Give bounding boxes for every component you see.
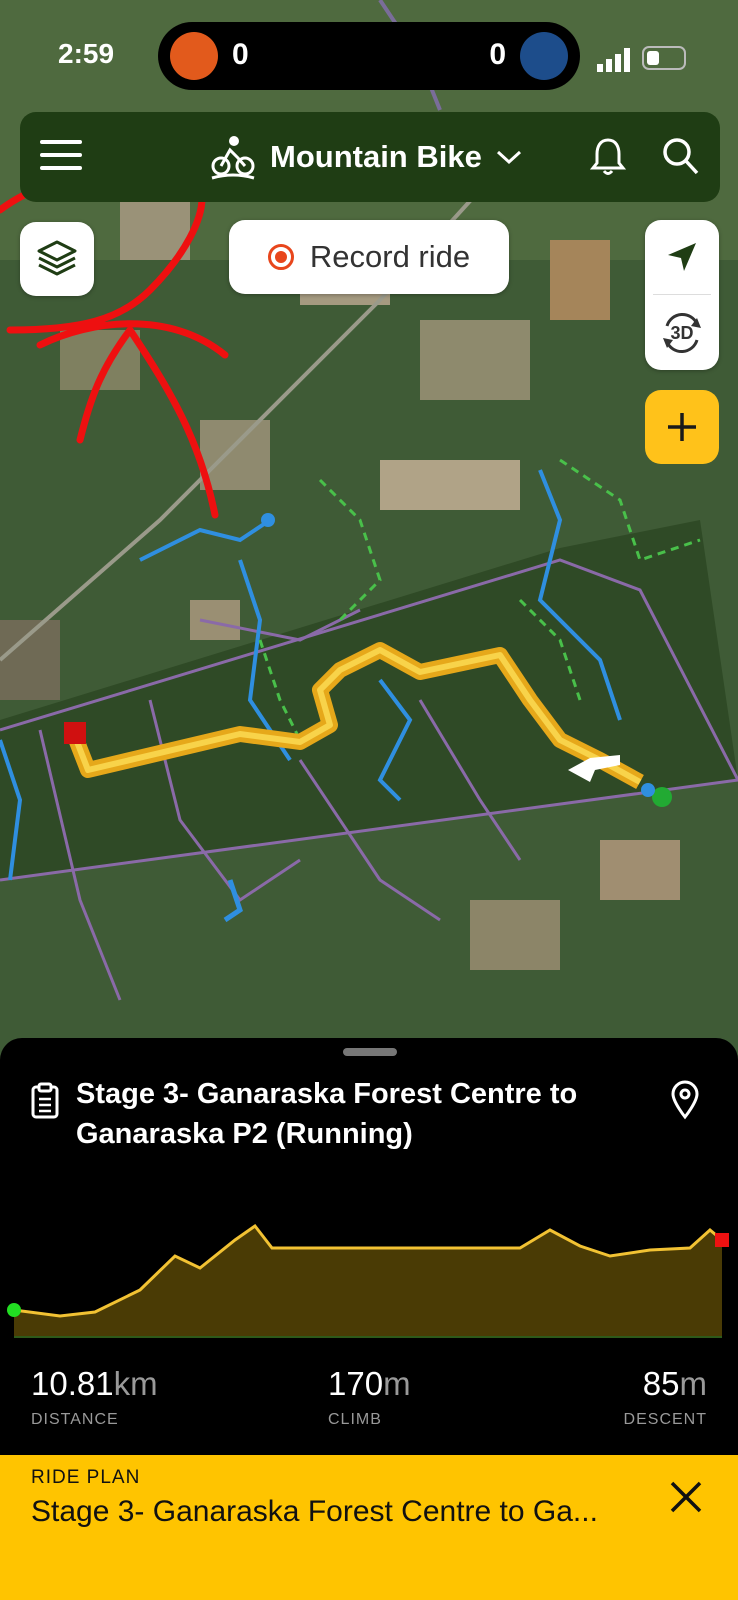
distance-label: DISTANCE bbox=[31, 1411, 119, 1428]
record-icon bbox=[267, 244, 294, 270]
chevron-down-icon bbox=[496, 150, 521, 165]
map-layers-button[interactable] bbox=[20, 222, 94, 296]
profile-start-marker bbox=[7, 1303, 21, 1317]
record-ride-button[interactable]: Record ride bbox=[229, 220, 509, 294]
map-pin-icon[interactable] bbox=[670, 1080, 700, 1120]
climb-label: CLIMB bbox=[328, 1411, 382, 1428]
live-score-pill[interactable]: 0 0 bbox=[158, 22, 580, 90]
top-bar: Mountain Bike bbox=[20, 112, 720, 202]
clipboard-icon bbox=[31, 1082, 59, 1119]
distance-value: 10.81 bbox=[31, 1365, 114, 1402]
status-bar: 2:59 0 0 bbox=[0, 18, 738, 90]
layers-icon bbox=[37, 240, 77, 276]
navigation-arrow-icon bbox=[668, 243, 696, 271]
sheet-drag-handle[interactable] bbox=[343, 1048, 397, 1056]
locate-me-button[interactable] bbox=[645, 220, 719, 294]
descent-stat: 85m DESCENT bbox=[624, 1365, 707, 1429]
bell-icon[interactable] bbox=[590, 136, 626, 176]
bike-rider-icon bbox=[211, 136, 255, 180]
close-icon[interactable] bbox=[666, 1477, 706, 1517]
climb-value: 170 bbox=[328, 1365, 384, 1402]
blue-jays-logo-icon bbox=[520, 32, 568, 80]
orioles-logo-icon bbox=[170, 32, 218, 80]
rotate-3d-icon bbox=[663, 313, 701, 353]
climb-stat: 170m CLIMB bbox=[328, 1365, 411, 1429]
profile-end-marker bbox=[715, 1233, 729, 1247]
search-icon[interactable] bbox=[662, 136, 700, 176]
plus-icon bbox=[668, 413, 696, 441]
ride-plan-banner[interactable]: RIDE PLAN Stage 3- Ganaraska Forest Cent… bbox=[0, 1455, 738, 1600]
descent-label: DESCENT bbox=[623, 1411, 707, 1428]
score-left: 0 bbox=[232, 38, 249, 71]
ride-plan-name: Stage 3- Ganaraska Forest Centre to Ga..… bbox=[31, 1495, 598, 1528]
battery-icon bbox=[642, 46, 686, 70]
map-nav-controls: 3D bbox=[645, 220, 719, 370]
activity-label: Mountain Bike bbox=[270, 139, 482, 174]
descent-unit: m bbox=[679, 1365, 708, 1402]
record-ride-label: Record ride bbox=[309, 239, 471, 274]
status-time: 2:59 bbox=[58, 38, 115, 69]
climb-unit: m bbox=[383, 1365, 411, 1402]
route-title: Stage 3- Ganaraska Forest Centre to Gana… bbox=[76, 1078, 578, 1150]
add-button[interactable] bbox=[645, 390, 719, 464]
signal-icon bbox=[597, 48, 630, 72]
score-right: 0 bbox=[489, 38, 506, 71]
distance-unit: km bbox=[113, 1365, 158, 1402]
3d-view-button[interactable]: 3D bbox=[645, 296, 719, 370]
descent-value: 85 bbox=[642, 1365, 680, 1402]
elevation-profile[interactable] bbox=[0, 1178, 738, 1338]
ride-plan-label: RIDE PLAN bbox=[31, 1467, 141, 1488]
activity-selector[interactable]: Mountain Bike bbox=[210, 130, 522, 184]
divider bbox=[653, 294, 711, 295]
menu-icon[interactable] bbox=[40, 140, 82, 170]
route-end-marker bbox=[64, 722, 86, 744]
distance-stat: 10.81km DISTANCE bbox=[31, 1365, 158, 1429]
